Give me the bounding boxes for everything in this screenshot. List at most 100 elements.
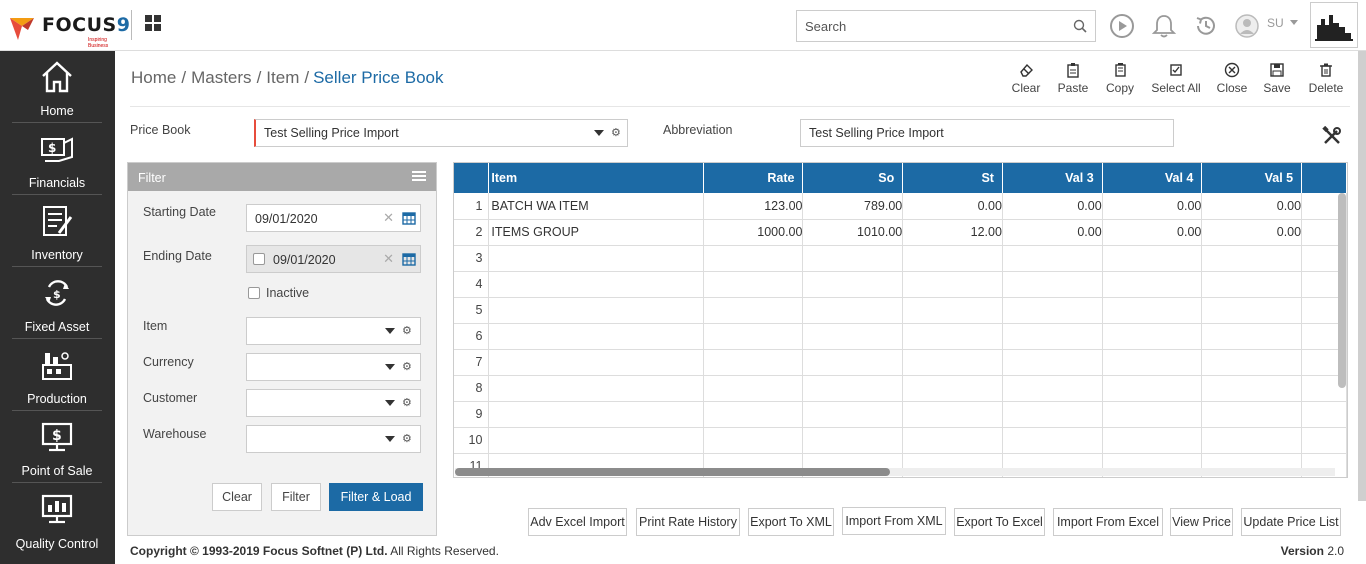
table-row[interactable]: 7 xyxy=(454,349,1347,376)
sidebar-item-inventory[interactable]: Inventory xyxy=(12,195,102,267)
cell-rate[interactable] xyxy=(703,271,804,298)
user-menu-caret-icon[interactable] xyxy=(1290,20,1298,25)
chevron-down-icon[interactable] xyxy=(594,130,604,136)
cell-so[interactable] xyxy=(802,271,904,298)
cell-so[interactable] xyxy=(802,427,904,454)
cell-st[interactable] xyxy=(902,349,1003,376)
cell-rate[interactable]: 1000.00 xyxy=(703,219,804,246)
import-from-xml-button[interactable]: Import From XML xyxy=(842,507,946,535)
cell-val3[interactable]: 0.00 xyxy=(1002,193,1103,220)
history-icon[interactable] xyxy=(1193,13,1219,39)
cell-item[interactable] xyxy=(488,297,704,324)
starting-date-field[interactable]: 09/01/2020 ✕ xyxy=(246,204,421,232)
cell-st[interactable] xyxy=(902,271,1003,298)
cell-val5[interactable]: 0.00 xyxy=(1201,219,1303,246)
cell-item[interactable]: BATCH WA ITEM xyxy=(488,193,704,220)
chevron-down-icon[interactable] xyxy=(385,364,395,370)
column-header-val3[interactable]: Val 3 xyxy=(1002,163,1103,193)
cell-val4[interactable] xyxy=(1102,271,1203,298)
chevron-down-icon[interactable] xyxy=(385,436,395,442)
filter-clear-button[interactable]: Clear xyxy=(212,483,262,511)
gear-icon[interactable]: ⚙ xyxy=(402,396,412,409)
notification-bell-icon[interactable] xyxy=(1151,13,1177,39)
play-icon[interactable] xyxy=(1109,13,1135,39)
gear-icon[interactable]: ⚙ xyxy=(402,432,412,445)
column-header-val5[interactable]: Val 5 xyxy=(1201,163,1303,193)
cell-rate[interactable] xyxy=(703,375,804,402)
cell-extra[interactable] xyxy=(1301,401,1347,428)
apps-grid-icon[interactable] xyxy=(145,15,161,31)
cell-rate[interactable] xyxy=(703,401,804,428)
table-row[interactable]: 5 xyxy=(454,297,1347,324)
cell-val4[interactable] xyxy=(1102,401,1203,428)
cell-item[interactable]: ITEMS GROUP xyxy=(488,219,704,246)
cell-st[interactable]: 0.00 xyxy=(902,193,1003,220)
grid-horizontal-scrollbar[interactable] xyxy=(455,468,890,476)
inactive-checkbox[interactable] xyxy=(248,287,260,299)
cell-val3[interactable] xyxy=(1002,401,1103,428)
table-row[interactable]: 1 BATCH WA ITEM 123.00 789.00 0.00 0.00 0.00 0.… xyxy=(454,193,1347,220)
sidebar-item-production[interactable]: Production xyxy=(12,339,102,411)
paste-button[interactable]: Paste xyxy=(1056,62,1090,95)
cell-val5[interactable] xyxy=(1201,375,1303,402)
cell-so[interactable] xyxy=(802,245,904,272)
cell-extra[interactable] xyxy=(1301,427,1347,454)
cell-st[interactable] xyxy=(902,401,1003,428)
select-all-button[interactable]: Select All xyxy=(1150,62,1202,95)
cell-val4[interactable] xyxy=(1102,349,1203,376)
chevron-down-icon[interactable] xyxy=(385,328,395,334)
price-book-select[interactable]: Test Selling Price Import ⚙ xyxy=(254,119,628,147)
filter-and-load-button[interactable]: Filter & Load xyxy=(329,483,423,511)
cell-item[interactable] xyxy=(488,401,704,428)
sidebar-item-fixed-asset[interactable]: $ Fixed Asset xyxy=(12,267,102,339)
cell-st[interactable] xyxy=(902,323,1003,350)
export-to-xml-button[interactable]: Export To XML xyxy=(748,508,834,536)
cell-val4[interactable] xyxy=(1102,245,1203,272)
cell-val3[interactable] xyxy=(1002,375,1103,402)
search-box[interactable] xyxy=(796,10,1096,42)
table-row[interactable]: 9 xyxy=(454,401,1347,428)
adv-excel-import-button[interactable]: Adv Excel Import xyxy=(528,508,627,536)
print-rate-history-button[interactable]: Print Rate History xyxy=(636,508,740,536)
import-from-excel-button[interactable]: Import From Excel xyxy=(1053,508,1163,536)
user-initials[interactable]: SU xyxy=(1267,16,1284,30)
cell-val3[interactable] xyxy=(1002,271,1103,298)
cell-val4[interactable] xyxy=(1102,375,1203,402)
cell-val3[interactable] xyxy=(1002,245,1103,272)
cell-so[interactable]: 789.00 xyxy=(802,193,904,220)
calendar-icon[interactable] xyxy=(402,211,416,225)
cell-item[interactable] xyxy=(488,349,704,376)
cell-rate[interactable]: 123.00 xyxy=(703,193,804,220)
cell-so[interactable] xyxy=(802,323,904,350)
cell-val5[interactable] xyxy=(1201,427,1303,454)
gear-icon[interactable]: ⚙ xyxy=(611,126,621,139)
clear-date-icon[interactable]: ✕ xyxy=(383,251,394,267)
table-row[interactable]: 10 xyxy=(454,427,1347,454)
cell-rate[interactable] xyxy=(703,323,804,350)
cell-st[interactable] xyxy=(902,245,1003,272)
cell-val3[interactable] xyxy=(1002,323,1103,350)
cell-item[interactable] xyxy=(488,271,704,298)
cell-val4[interactable] xyxy=(1102,427,1203,454)
export-to-excel-button[interactable]: Export To Excel xyxy=(954,508,1045,536)
view-price-button[interactable]: View Price xyxy=(1170,508,1233,536)
cell-rate[interactable] xyxy=(703,427,804,454)
gear-icon[interactable]: ⚙ xyxy=(402,360,412,373)
column-header-st[interactable]: St xyxy=(902,163,1003,193)
focus-logo[interactable]: FOCUS9 Inspiring Business xyxy=(8,12,130,49)
customer-select[interactable]: ⚙ xyxy=(246,389,421,417)
ending-date-field[interactable]: 09/01/2020 ✕ xyxy=(246,245,421,273)
cell-val4[interactable]: 0.00 xyxy=(1102,219,1203,246)
cell-val3[interactable] xyxy=(1002,297,1103,324)
column-header-so[interactable]: So xyxy=(802,163,904,193)
column-header-item[interactable]: Item xyxy=(488,163,704,193)
column-header-rate[interactable]: Rate xyxy=(703,163,804,193)
cell-so[interactable] xyxy=(802,349,904,376)
table-row[interactable]: 2 ITEMS GROUP 1000.00 1010.00 12.00 0.00 0.00 0… xyxy=(454,219,1347,246)
delete-button[interactable]: Delete xyxy=(1306,62,1346,95)
abbreviation-input[interactable] xyxy=(800,119,1174,147)
cell-st[interactable] xyxy=(902,297,1003,324)
tools-icon[interactable] xyxy=(1322,126,1342,146)
cell-val5[interactable] xyxy=(1201,271,1303,298)
sidebar-item-financials[interactable]: $ Financials xyxy=(12,123,102,195)
